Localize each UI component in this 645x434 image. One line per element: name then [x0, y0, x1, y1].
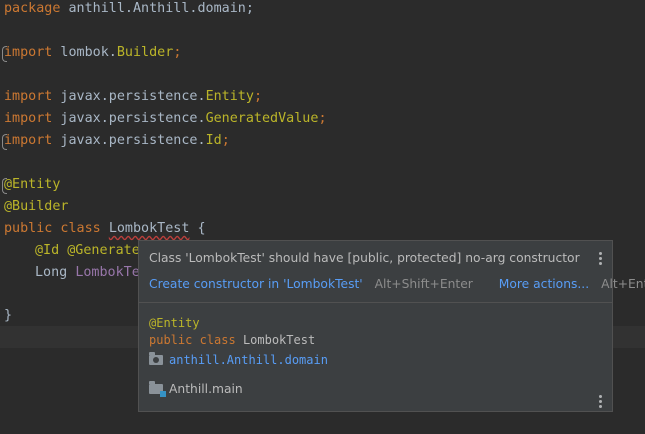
class-name-warning: LombokTest — [108, 221, 190, 236]
fold-marker-icon[interactable] — [2, 178, 7, 194]
module-name: Anthill.main — [169, 382, 243, 396]
create-constructor-link[interactable]: Create constructor in 'LombokTest' — [149, 277, 363, 291]
code-line-entity-annotation[interactable]: @Entity — [2, 174, 60, 196]
code-line-import-entity[interactable]: import javax.persistence.Entity; — [4, 86, 262, 108]
code-line-package[interactable]: package anthill.Anthill.domain; — [4, 0, 254, 20]
package-folder-icon — [149, 352, 163, 365]
more-actions-link[interactable]: More actions... — [499, 277, 589, 291]
module-row: Anthill.main — [149, 381, 243, 397]
code-line-field[interactable]: Long LombokTe — [35, 262, 140, 284]
more-vertical-icon[interactable] — [599, 395, 603, 410]
package-row[interactable]: anthill.Anthill.domain — [149, 352, 328, 367]
code-line-import-id[interactable]: import javax.persistence.Id; — [2, 130, 230, 152]
more-actions-shortcut: Alt+Enter — [601, 277, 645, 291]
code-line-import-generatedvalue[interactable]: import javax.persistence.GeneratedValue; — [4, 108, 327, 130]
inspection-message: Class 'LombokTest' should have [public, … — [149, 251, 580, 265]
code-line-class-declaration[interactable]: public class LombokTest { — [4, 218, 206, 240]
code-line-import-lombok[interactable]: import lombok.Builder; — [2, 42, 181, 64]
more-vertical-icon[interactable] — [599, 252, 603, 267]
code-line-id-field-annotation[interactable]: @Id @Generate — [35, 240, 140, 262]
code-line-builder-annotation[interactable]: @Builder — [4, 196, 69, 218]
code-line-closing-brace[interactable]: } — [4, 305, 12, 327]
quick-fix-row: Create constructor in 'LombokTest' Alt+S… — [149, 277, 645, 291]
popup-divider — [139, 302, 612, 303]
class-preview: @Entity public class LombokTest — [149, 316, 316, 347]
package-link[interactable]: anthill.Anthill.domain — [169, 353, 328, 367]
create-constructor-shortcut: Alt+Shift+Enter — [374, 277, 473, 291]
fold-marker-icon[interactable] — [2, 46, 7, 62]
inspection-popup: Class 'LombokTest' should have [public, … — [138, 240, 645, 412]
fold-marker-icon[interactable] — [2, 134, 7, 150]
module-folder-icon — [149, 381, 166, 397]
